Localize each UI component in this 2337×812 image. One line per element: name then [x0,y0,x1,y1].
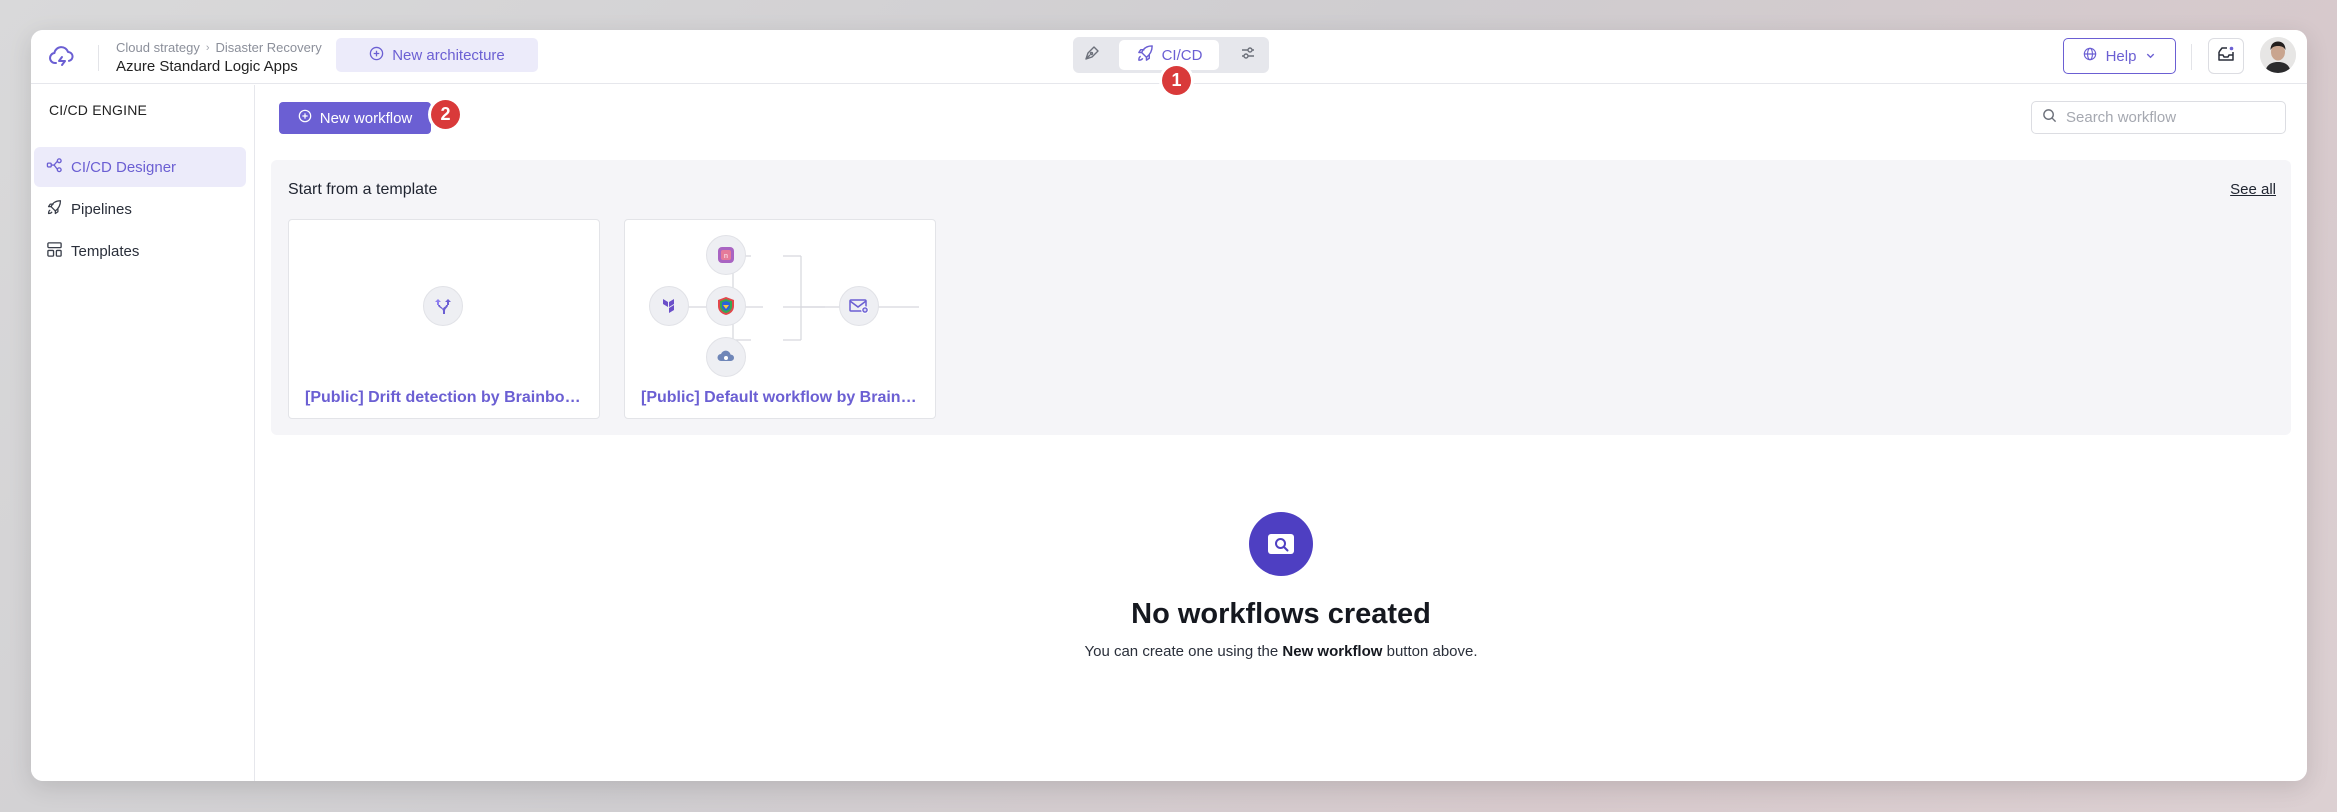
sidebar-item-cicd-designer[interactable]: CI/CD Designer [34,147,246,187]
merge-branch-icon [423,286,463,326]
see-all-link[interactable]: See all [2230,181,2276,198]
new-workflow-button[interactable]: New workflow [279,102,431,134]
header-divider [98,45,99,71]
sidebar-item-templates[interactable]: Templates [34,231,246,271]
inbox-notification-icon [2216,44,2236,69]
templates-panel: Start from a template See all [Public] D… [271,160,2291,435]
rocket-icon [46,199,63,220]
empty-state-description: You can create one using the New workflo… [781,643,1781,660]
page-title: Azure Standard Logic Apps [116,58,298,75]
template-card-default-workflow[interactable]: n [Public] Default workflow by Brainboar… [624,219,936,419]
inbox-button[interactable] [2208,38,2244,74]
breadcrumb-item[interactable]: Disaster Recovery [216,40,322,55]
cicd-mode-label: CI/CD [1161,46,1203,64]
template-card-label: [Public] Drift detection by Brainboard [305,389,587,406]
search-icon [2042,108,2057,128]
new-architecture-label: New architecture [392,46,505,64]
workflow-icon [46,157,63,178]
templates-icon [46,241,63,262]
settings-mode-button[interactable] [1233,40,1263,70]
new-architecture-button[interactable]: New architecture [336,38,538,72]
rocket-icon [1136,44,1155,67]
help-label: Help [2105,47,2137,65]
sidebar-item-pipelines[interactable]: Pipelines [34,189,246,229]
sidebar-item-label: Templates [71,242,140,260]
sidebar-title: CI/CD ENGINE [49,102,148,118]
header-divider [2191,44,2192,70]
empty-state-search-icon [1249,512,1313,576]
top-header: Cloud strategy › Disaster Recovery Azure… [31,30,2307,95]
sliders-icon [1239,44,1257,67]
pen-tool-icon [1083,44,1101,67]
security-shield-icon [706,286,746,326]
app-service-icon: n [706,235,746,275]
breadcrumb: Cloud strategy › Disaster Recovery [116,40,322,55]
svg-text:n: n [724,253,728,260]
globe-icon [2083,47,2097,65]
app-window: Cloud strategy › Disaster Recovery Azure… [31,30,2307,781]
design-mode-button[interactable] [1077,40,1107,70]
templates-title: Start from a template [288,181,438,198]
user-avatar[interactable] [2260,37,2296,73]
annotation-badge-2: 2 [431,100,460,129]
template-card-label: [Public] Default workflow by Brainboard [641,389,923,406]
cloud-logo-icon[interactable] [47,42,77,72]
plus-circle-icon [369,46,384,65]
empty-state-emphasis: New workflow [1282,643,1383,660]
cicd-mode-button[interactable]: CI/CD [1119,40,1219,70]
breadcrumb-item[interactable]: Cloud strategy [116,40,200,55]
search-field[interactable] [2031,101,2286,134]
search-input[interactable] [2066,109,2266,126]
plus-circle-icon [298,109,312,127]
annotation-badge-1: 1 [1162,66,1191,95]
new-workflow-label: New workflow [319,109,413,127]
empty-state-title: No workflows created [1131,598,1431,630]
template-card-drift-detection[interactable]: [Public] Drift detection by Brainboard [288,219,600,419]
empty-state-text: You can create one using the [1084,643,1283,660]
sidebar-item-label: Pipelines [71,200,132,218]
help-button[interactable]: Help [2063,38,2176,74]
sidebar-item-label: CI/CD Designer [71,158,177,176]
terraform-icon [649,286,689,326]
chevron-right-icon: › [205,41,210,54]
email-notification-icon [839,286,879,326]
cloud-service-icon [706,337,746,377]
empty-state-text: button above. [1382,643,1478,660]
chevron-down-icon [2145,48,2156,65]
sidebar: CI/CD ENGINE CI/CD Designer Pipelines Te… [31,85,255,781]
